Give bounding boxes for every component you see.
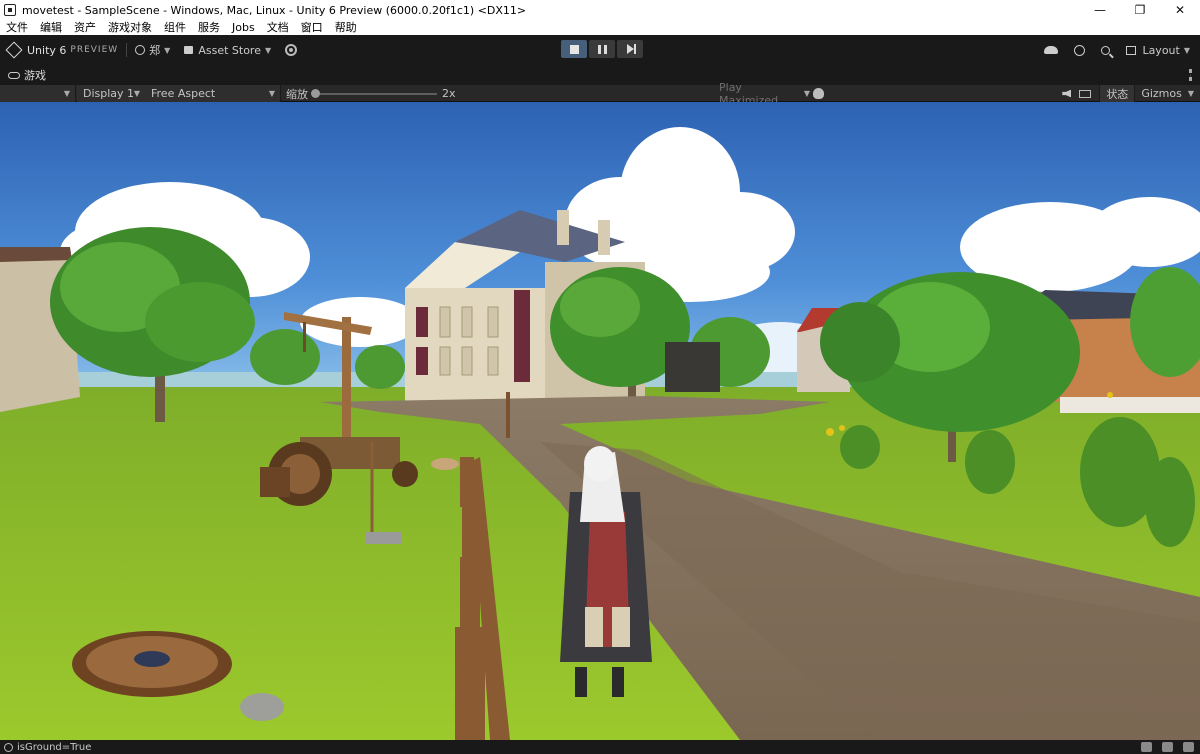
unity-app-icon [4, 4, 16, 16]
main-toolbar: Unity 6 PREVIEW 郑 ▼ Asset Store ▼ Layout… [0, 35, 1200, 65]
menu-jobs[interactable]: Jobs [226, 20, 261, 35]
menu-edit[interactable]: 编辑 [34, 20, 68, 35]
status-bar: isGround=True [0, 740, 1200, 754]
scale-slider-thumb[interactable] [311, 89, 320, 98]
step-icon [626, 44, 636, 54]
package-settings-icon[interactable] [285, 44, 298, 56]
display-label: Display 1 [83, 87, 135, 100]
sign-post [506, 392, 510, 438]
wagon-wheel [72, 631, 232, 697]
toolbar-divider [126, 43, 128, 57]
menu-file[interactable]: 文件 [0, 20, 34, 35]
white-wall [1060, 397, 1200, 413]
asset-store-label: Asset Store [198, 43, 261, 57]
tab-options-icon[interactable] [1189, 69, 1192, 81]
window-controls: — ❐ ✕ [1080, 0, 1200, 20]
play-controls [561, 40, 643, 58]
game-view-toolbar: ▼ Display 1 ▼ Free Aspect ▼ 缩放 2x Play M… [0, 81, 1200, 107]
layout-dropdown[interactable]: Layout ▼ [1126, 44, 1190, 57]
menu-component[interactable]: 组件 [158, 20, 192, 35]
chevron-down-icon: ▼ [264, 45, 272, 55]
chevron-down-icon: ▼ [133, 89, 140, 98]
tab-game-label: 游戏 [24, 69, 46, 82]
undo-history-icon[interactable] [1074, 44, 1086, 56]
brand-label: Unity 6 [27, 43, 67, 57]
scale-value: 2x [442, 87, 456, 100]
layers-icon[interactable] [1162, 742, 1173, 752]
pause-icon [597, 44, 607, 54]
aspect-label: Free Aspect [151, 87, 216, 100]
aspect-dropdown[interactable]: Free Aspect ▼ [145, 85, 281, 102]
search-icon[interactable] [1101, 45, 1111, 55]
bug-report-icon[interactable] [1141, 742, 1152, 752]
cloud-icon[interactable] [1044, 46, 1059, 54]
rake [365, 532, 401, 544]
brand-suffix: PREVIEW [70, 45, 119, 55]
window-title: movetest - SampleScene - Windows, Mac, L… [22, 3, 527, 17]
gamepad-icon [8, 71, 20, 79]
layout-icon [1126, 45, 1137, 55]
scene-render [0, 102, 1200, 740]
play-stop-button[interactable] [561, 40, 587, 58]
menu-help[interactable]: 帮助 [329, 20, 363, 35]
game-viewport[interactable] [0, 102, 1200, 740]
menu-bar: 文件 编辑 资产 游戏对象 组件 服务 Jobs 文档 窗口 帮助 [0, 20, 1200, 35]
dark-building [665, 342, 720, 392]
scale-label: 缩放 [286, 87, 308, 101]
menu-window[interactable]: 窗口 [295, 20, 329, 35]
dog [431, 458, 459, 470]
chevron-down-icon[interactable]: ▼ [1188, 89, 1194, 98]
game-mode-dropdown[interactable]: ▼ [0, 85, 76, 102]
step-button[interactable] [617, 40, 643, 58]
unity-logo: Unity 6 PREVIEW [5, 41, 119, 59]
account-dropdown[interactable]: 郑 ▼ [135, 42, 170, 58]
close-button[interactable]: ✕ [1160, 0, 1200, 20]
rock [240, 693, 284, 721]
scale-slider-track[interactable] [312, 93, 437, 95]
play-mode-dropdown[interactable]: Play Maximized ▼ [714, 81, 810, 107]
chevron-down-icon: ▼ [268, 89, 275, 98]
chevron-down-icon: ▼ [63, 89, 70, 98]
account-icon [135, 45, 146, 55]
menu-gameobject[interactable]: 游戏对象 [102, 20, 158, 35]
notification-icon[interactable] [1183, 742, 1194, 752]
window-title-bar: movetest - SampleScene - Windows, Mac, L… [0, 0, 1200, 20]
keyboard-icon[interactable] [1079, 89, 1092, 98]
menu-docs[interactable]: 文档 [261, 20, 295, 35]
layout-label: Layout [1142, 43, 1180, 57]
stop-icon [569, 44, 579, 54]
display-dropdown[interactable]: Display 1 ▼ [77, 85, 146, 102]
speaker-icon[interactable] [1062, 89, 1072, 98]
stats-button[interactable]: 状态 [1099, 85, 1135, 102]
menu-assets[interactable]: 资产 [68, 20, 102, 35]
menu-services[interactable]: 服务 [192, 20, 226, 35]
minimize-button[interactable]: — [1080, 0, 1120, 20]
gizmos-button[interactable]: Gizmos [1134, 85, 1188, 102]
info-icon [4, 742, 13, 752]
restore-button[interactable]: ❐ [1120, 0, 1160, 20]
pause-button[interactable] [589, 40, 615, 58]
console-message[interactable]: isGround=True [17, 742, 91, 753]
unity-cube-icon [5, 41, 23, 59]
debug-icon[interactable] [813, 88, 824, 99]
chevron-down-icon: ▼ [1183, 45, 1190, 55]
left-roof [0, 247, 72, 262]
tab-game[interactable]: 游戏 [8, 67, 46, 83]
shopping-bag-icon [184, 46, 194, 54]
chevron-down-icon: ▼ [803, 89, 810, 98]
asset-store-dropdown[interactable]: Asset Store ▼ [184, 44, 271, 57]
account-label: 郑 [149, 44, 161, 57]
game-tab-strip: 游戏 [0, 65, 1200, 85]
chevron-down-icon: ▼ [164, 45, 171, 55]
